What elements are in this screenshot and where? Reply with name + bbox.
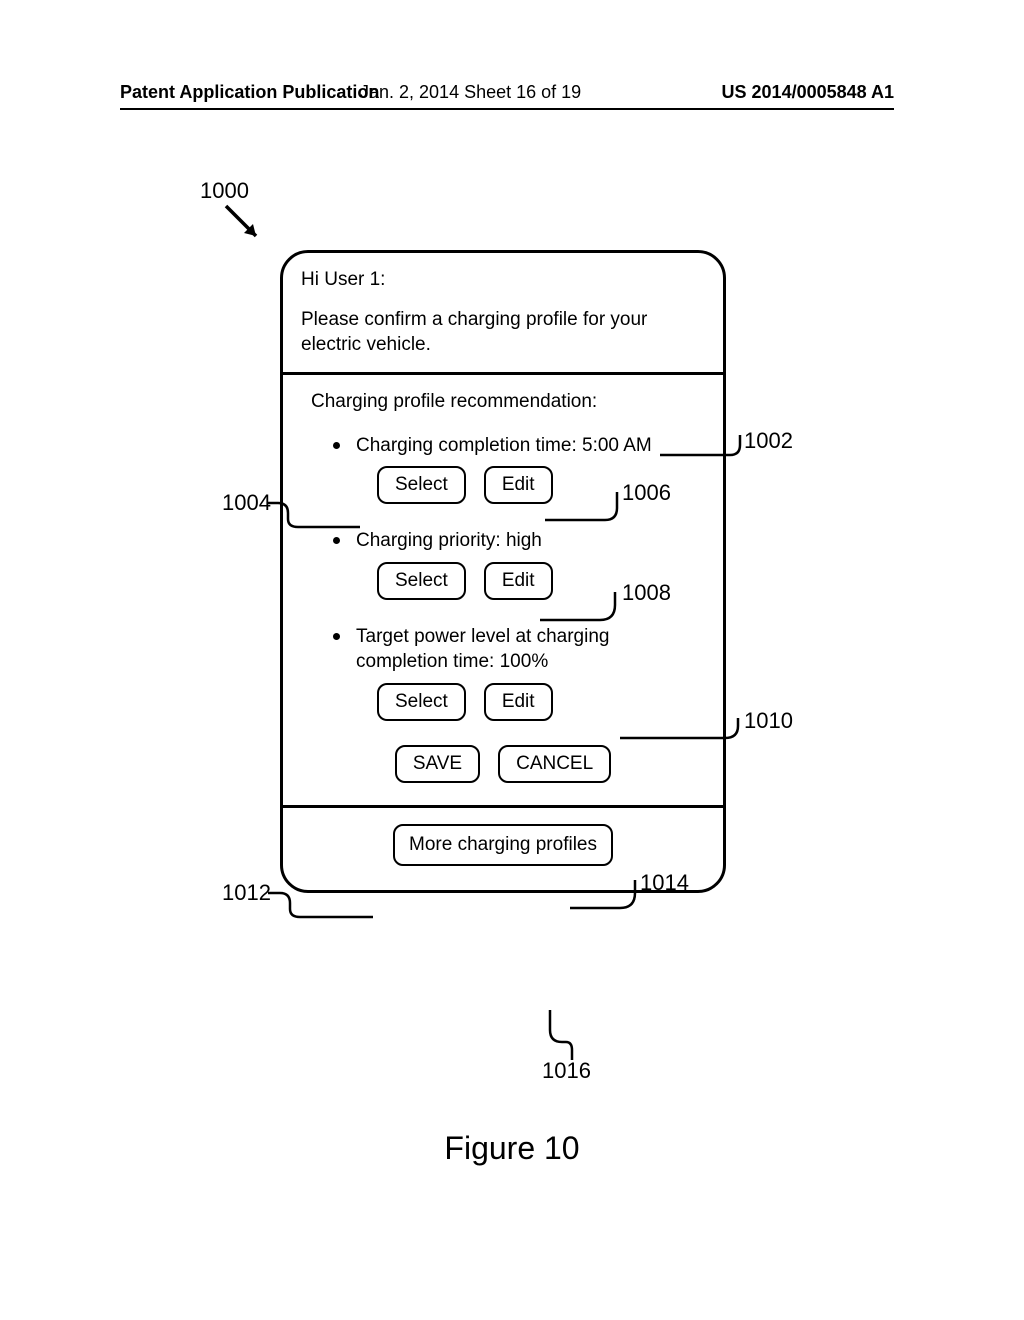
device-frame: Hi User 1: Please confirm a charging pro… (280, 250, 726, 893)
reference-1014: 1014 (640, 870, 689, 896)
leader-line (545, 490, 630, 530)
leader-line (540, 1010, 580, 1062)
greeting-text: Hi User 1: (301, 267, 705, 293)
leader-line (540, 590, 630, 625)
header-pub-number: US 2014/0005848 A1 (722, 82, 894, 103)
reference-1000: 1000 (200, 178, 249, 204)
prompt-text: Please confirm a charging profile for yo… (301, 307, 705, 358)
bullet-icon (333, 633, 340, 640)
select-button[interactable]: Select (377, 466, 466, 504)
leader-line (268, 495, 363, 535)
leader-line (660, 430, 750, 470)
reference-1002: 1002 (744, 428, 793, 454)
greeting-section: Hi User 1: Please confirm a charging pro… (283, 253, 723, 372)
item-target-power: Target power level at charging completio… (301, 624, 705, 675)
header-rule (120, 108, 894, 110)
figure-caption: Figure 10 (0, 1130, 1024, 1167)
select-button[interactable]: Select (377, 562, 466, 600)
leader-line (268, 885, 378, 925)
cancel-button[interactable]: CANCEL (498, 745, 611, 783)
header-date-sheet: Jan. 2, 2014 Sheet 16 of 19 (360, 82, 581, 103)
leader-line (620, 718, 750, 753)
item-completion-time: Charging completion time: 5:00 AM (301, 433, 705, 459)
leader-line (570, 878, 648, 918)
item-completion-time-label: Charging completion time: 5:00 AM (356, 433, 705, 459)
bullet-icon (333, 442, 340, 449)
item-target-power-label: Target power level at charging completio… (356, 624, 705, 675)
select-button[interactable]: Select (377, 683, 466, 721)
reference-1004: 1004 (222, 490, 271, 516)
header-publication: Patent Application Publication (120, 82, 379, 103)
reference-1010: 1010 (744, 708, 793, 734)
edit-button[interactable]: Edit (484, 466, 553, 504)
more-profiles-button[interactable]: More charging profiles (393, 824, 613, 866)
reference-1006: 1006 (622, 480, 671, 506)
reference-1016: 1016 (542, 1058, 591, 1084)
item-priority-label: Charging priority: high (356, 528, 705, 554)
item-3-buttons: Select Edit (301, 683, 705, 721)
recommendation-heading: Charging profile recommendation: (301, 389, 705, 415)
reference-1008: 1008 (622, 580, 671, 606)
save-button[interactable]: SAVE (395, 745, 480, 783)
arrow-icon (220, 200, 270, 250)
edit-button[interactable]: Edit (484, 683, 553, 721)
bullet-icon (333, 537, 340, 544)
reference-1012: 1012 (222, 880, 271, 906)
